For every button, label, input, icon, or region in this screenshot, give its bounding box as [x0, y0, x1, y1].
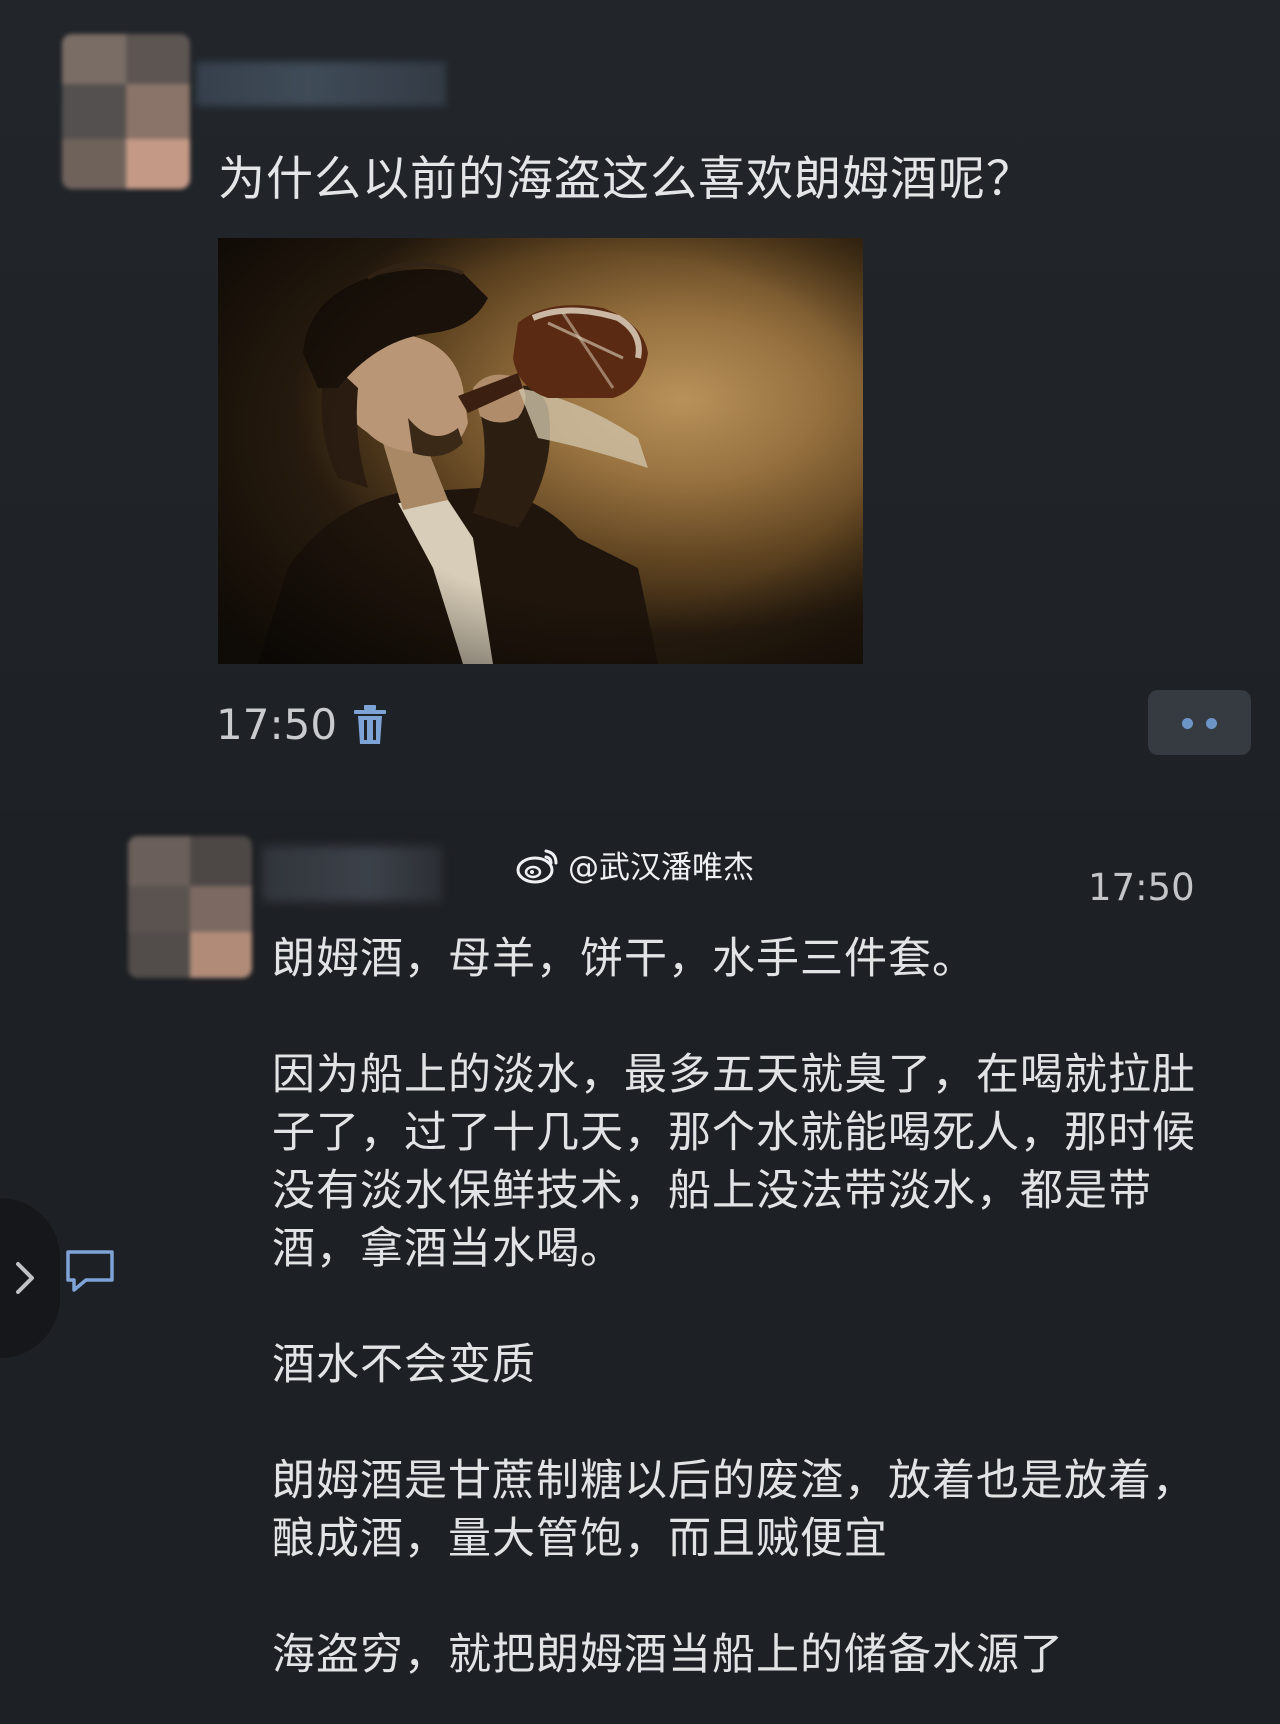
- more-options-button[interactable]: [1148, 690, 1251, 755]
- post-time: 17:50: [216, 700, 338, 749]
- post: 为什么以前的海盗这么喜欢朗姆酒呢？ 17:50: [0, 0, 1280, 800]
- comment-paragraph: 海盗穷，就把朗姆酒当船上的储备水源了: [272, 1630, 1064, 1680]
- trash-icon[interactable]: [352, 704, 388, 746]
- avatar[interactable]: [62, 34, 190, 189]
- comment-paragraph: 因为船上的淡水，最多五天就臭了，在喝就拉肚子了，过了十几天，那个水就能喝死人，那…: [272, 1050, 1196, 1274]
- comment-paragraph: 酒水不会变质: [272, 1340, 536, 1390]
- post-image[interactable]: [218, 238, 863, 664]
- weibo-icon: [516, 849, 558, 883]
- post-question: 为什么以前的海盗这么喜欢朗姆酒呢？: [218, 152, 1034, 207]
- screen: 为什么以前的海盗这么喜欢朗姆酒呢？ 17:50 @武汉潘唯杰 17:50 朗姆酒…: [0, 0, 1280, 1724]
- commenter-name-blurred: [262, 846, 442, 902]
- commenter-avatar[interactable]: [128, 836, 252, 978]
- chevron-right-icon[interactable]: [10, 1258, 40, 1298]
- comment-bubble-icon[interactable]: [64, 1248, 116, 1294]
- comment-paragraph: 朗姆酒是甘蔗制糖以后的废渣，放着也是放着，酿成酒，量大管饱，而且贼便宜: [272, 1456, 1196, 1564]
- more-dots-icon: [1206, 718, 1217, 729]
- watermark-text: @武汉潘唯杰: [568, 850, 754, 886]
- comment-time: 17:50: [1088, 866, 1195, 909]
- more-dots-icon: [1182, 718, 1193, 729]
- username-blurred: [196, 62, 446, 106]
- watermark: @武汉潘唯杰: [516, 842, 754, 887]
- pirate-drinking-illustration: [218, 238, 863, 664]
- comment-body: 朗姆酒，母羊，饼干，水手三件套。 因为船上的淡水，最多五天就臭了，在喝就拉肚子了…: [272, 930, 1232, 1684]
- comment-paragraph: 朗姆酒，母羊，饼干，水手三件套。: [272, 934, 976, 984]
